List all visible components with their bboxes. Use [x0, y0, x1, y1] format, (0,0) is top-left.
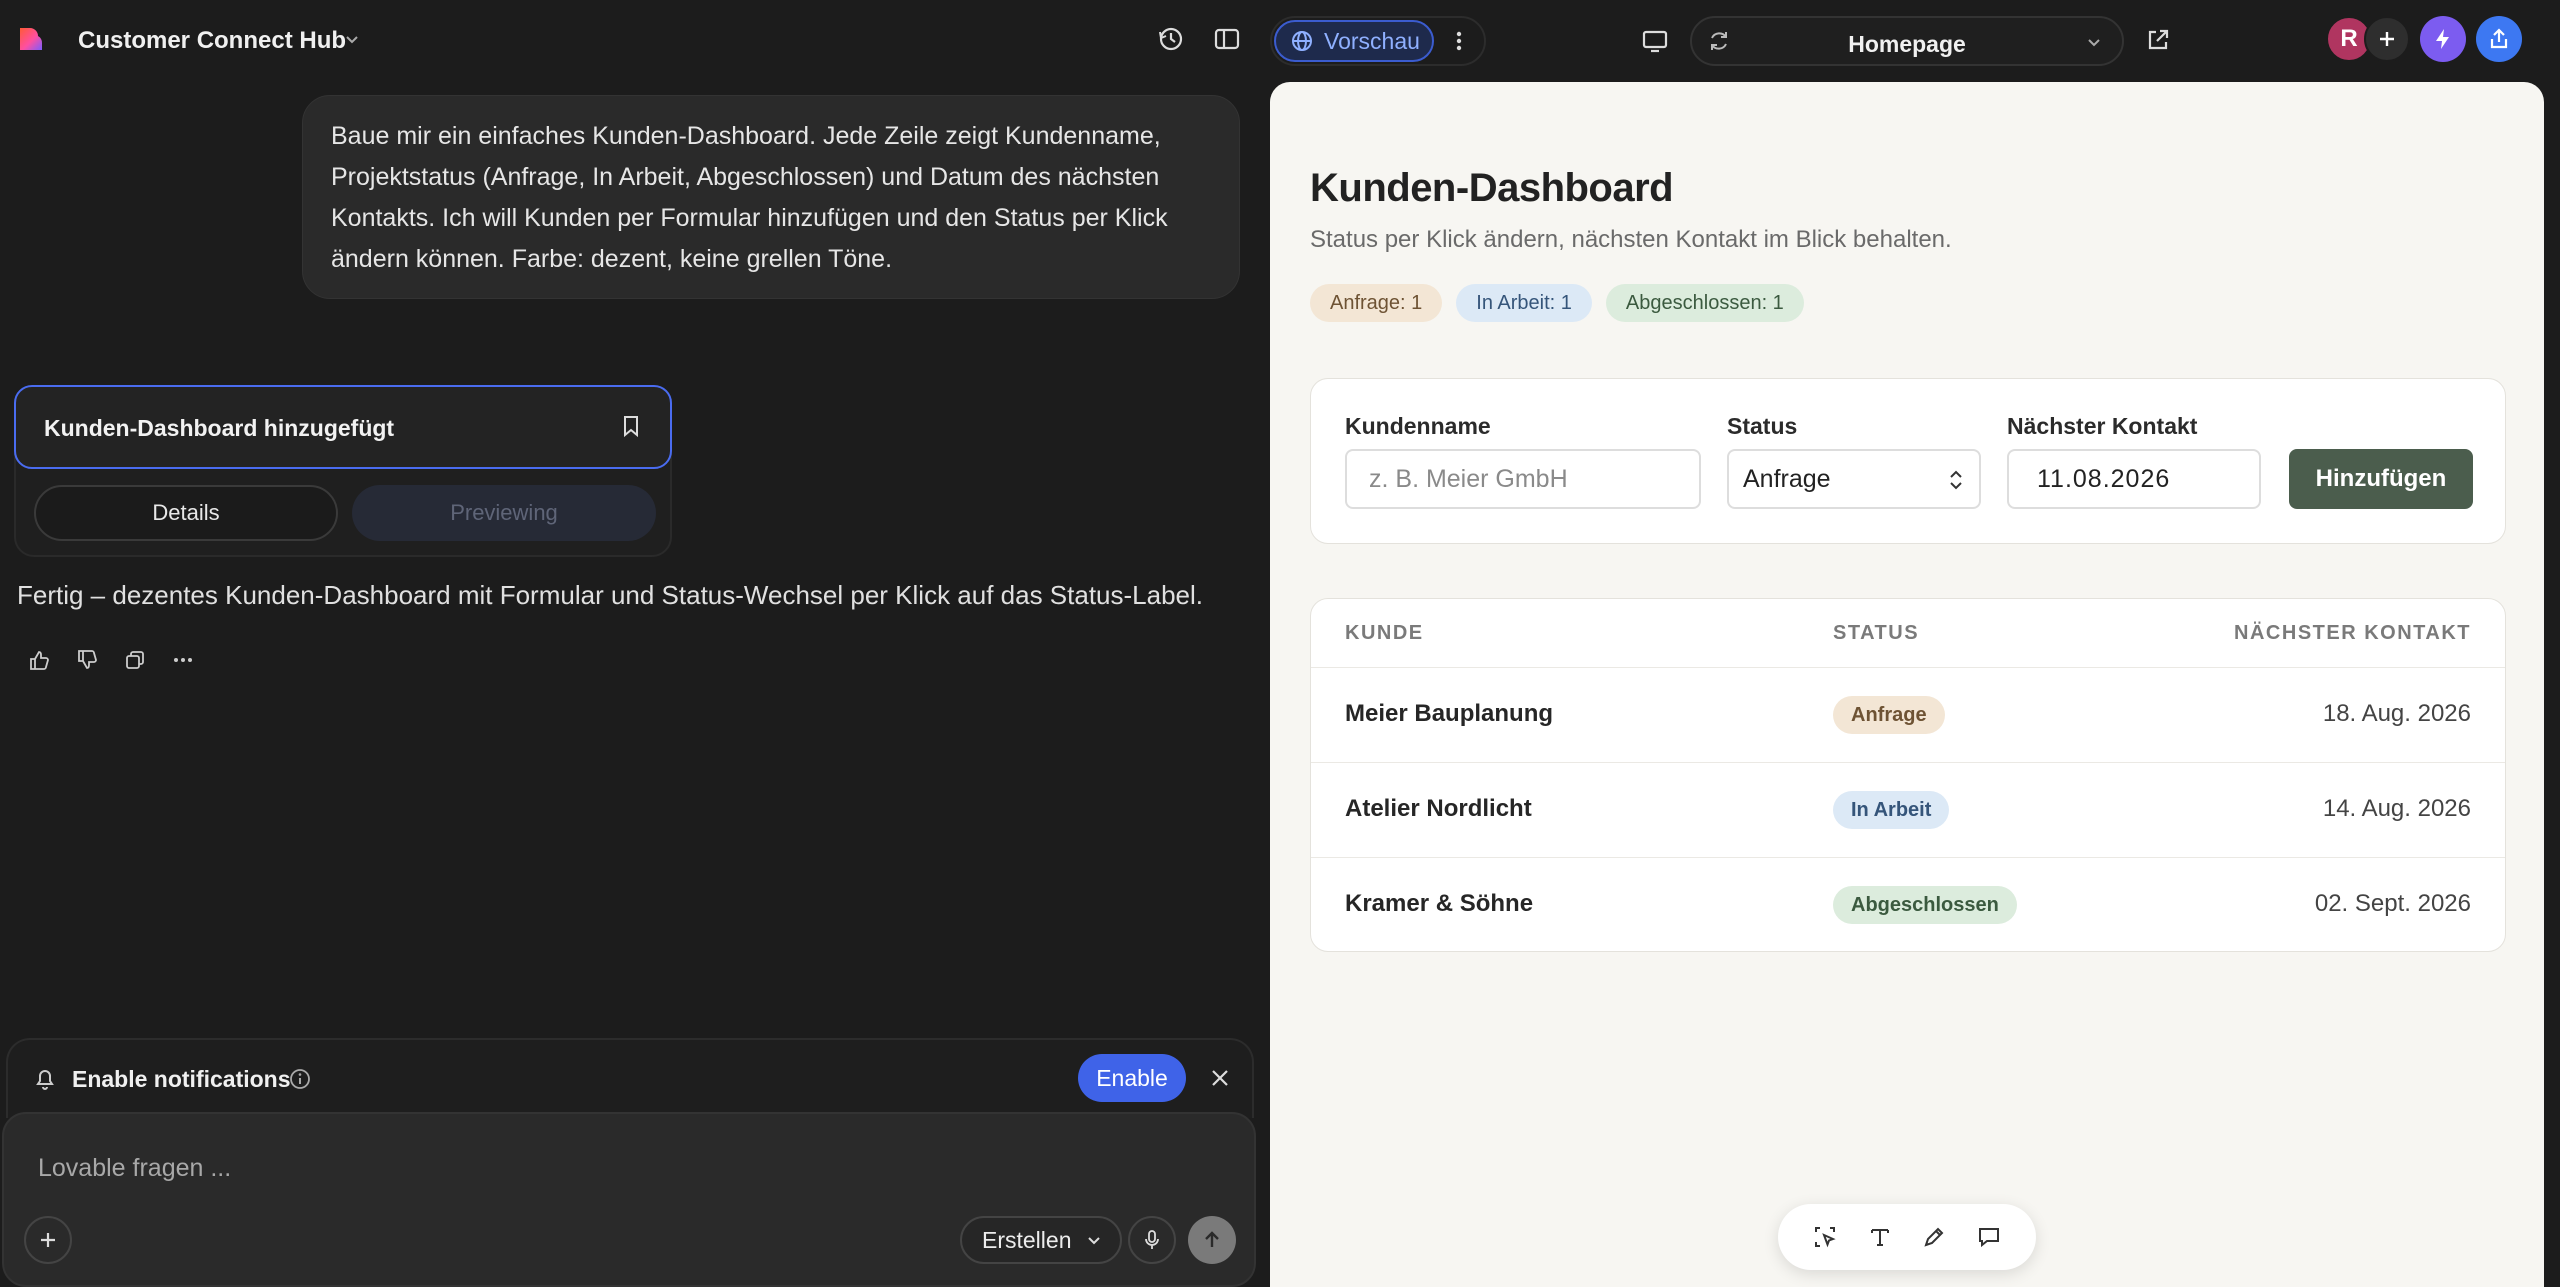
share-icon[interactable] — [2476, 16, 2522, 62]
status-select-value: Anfrage — [1743, 465, 1831, 493]
dashboard-title: Kunden-Dashboard — [1310, 166, 1674, 210]
count-in-arbeit: In Arbeit: 1 — [1456, 284, 1592, 322]
next-contact-date: 14. Aug. 2026 — [2322, 795, 2471, 822]
sidebar-icon[interactable] — [1212, 24, 1246, 58]
column-header-naechster-kontakt: NÄCHSTER KONTAKT — [2234, 622, 2471, 644]
more-horizontal-icon[interactable] — [172, 649, 194, 671]
status-badge[interactable]: In Arbeit — [1833, 791, 1950, 829]
preview-toggle-group: Vorschau — [1270, 16, 1486, 66]
bell-icon — [32, 1066, 58, 1092]
status-counts: Anfrage: 1 In Arbeit: 1 Abgeschlossen: 1 — [1310, 284, 1804, 322]
plus-icon[interactable] — [2364, 16, 2410, 62]
customer-name: Atelier Nordlicht — [1345, 795, 1532, 822]
count-abgeschlossen: Abgeschlossen: 1 — [1605, 284, 1804, 322]
select-tool-icon[interactable] — [1812, 1224, 1838, 1250]
status-select[interactable]: Anfrage — [1727, 449, 1981, 509]
action-card: Kunden-Dashboard hinzugefügt Details Pre… — [14, 385, 672, 557]
status-badge[interactable]: Anfrage — [1833, 696, 1945, 734]
preview-panel: Kunden-Dashboard Status per Klick ändern… — [1270, 82, 2544, 1287]
history-icon[interactable] — [1156, 24, 1190, 58]
chat-input[interactable]: Lovable fragen ... — [38, 1154, 231, 1183]
thumbs-down-icon[interactable] — [76, 649, 98, 671]
page-name: Homepage — [1848, 31, 1966, 57]
more-vertical-icon[interactable] — [1444, 26, 1474, 56]
plus-icon[interactable] — [24, 1216, 72, 1264]
previewing-button[interactable]: Previewing — [352, 485, 656, 541]
bolt-icon[interactable] — [2420, 16, 2466, 62]
mode-label: Erstellen — [982, 1226, 1072, 1253]
chevron-down-icon — [1085, 1231, 1103, 1249]
customer-name: Meier Bauplanung — [1345, 700, 1554, 727]
customer-name: Kramer & Söhne — [1345, 890, 1534, 917]
add-customer-form: Kundenname Status Nächster Kontakt z. B.… — [1310, 378, 2506, 544]
enable-notifications-button[interactable]: Enable — [1078, 1054, 1186, 1102]
assistant-answer: Fertig – dezentes Kunden-Dashboard mit F… — [17, 580, 1204, 610]
notification-bar: Enable notifications Enable — [6, 1038, 1254, 1118]
status-badge[interactable]: Abgeschlossen — [1833, 886, 2017, 924]
monitor-icon[interactable] — [1640, 26, 1672, 58]
notification-text: Enable notifications — [72, 1066, 291, 1092]
chevron-down-icon — [2084, 32, 2104, 52]
table-row: Meier Bauplanung Anfrage 18. Aug. 2026 — [1311, 667, 2505, 762]
bookmark-icon[interactable] — [618, 413, 644, 439]
date-label: Nächster Kontakt — [2007, 413, 2198, 439]
preview-label: Vorschau — [1324, 27, 1420, 54]
dashboard-subtitle: Status per Klick ändern, nächsten Kontak… — [1310, 226, 1952, 253]
action-card-header[interactable]: Kunden-Dashboard hinzugefügt — [14, 385, 672, 469]
text-tool-icon[interactable] — [1867, 1224, 1893, 1250]
mic-icon[interactable] — [1128, 1216, 1176, 1264]
chevron-down-icon[interactable] — [343, 30, 361, 48]
name-label: Kundenname — [1345, 413, 1491, 439]
globe-icon — [1290, 29, 1314, 53]
thumbs-up-icon[interactable] — [28, 649, 50, 671]
comment-icon[interactable] — [1976, 1224, 2002, 1250]
page-selector[interactable]: Homepage — [1690, 16, 2124, 66]
column-header-status: STATUS — [1833, 622, 1920, 644]
lovable-logo-icon[interactable] — [16, 24, 46, 54]
customer-table: KUNDE STATUS NÄCHSTER KONTAKT Meier Baup… — [1310, 598, 2506, 952]
edit-toolbar — [1778, 1204, 2036, 1270]
next-contact-date-input[interactable]: 11.08.2026 — [2007, 449, 2261, 509]
action-card-title: Kunden-Dashboard hinzugefügt — [44, 415, 395, 441]
chat-composer: Lovable fragen ... Erstellen — [2, 1112, 1256, 1287]
close-icon[interactable] — [1208, 1066, 1232, 1090]
add-customer-button[interactable]: Hinzufügen — [2289, 449, 2473, 509]
table-row: Kramer & Söhne Abgeschlossen 02. Sept. 2… — [1311, 857, 2505, 951]
column-header-kunde: KUNDE — [1345, 622, 1424, 644]
select-arrows-icon — [1945, 467, 1967, 493]
details-button[interactable]: Details — [34, 485, 338, 541]
arrow-up-icon[interactable] — [1188, 1216, 1236, 1264]
info-icon[interactable] — [288, 1067, 312, 1091]
mode-select[interactable]: Erstellen — [960, 1216, 1122, 1264]
user-message: Baue mir ein einfaches Kunden-Dashboard.… — [302, 95, 1240, 299]
copy-icon[interactable] — [124, 649, 146, 671]
feedback-actions — [28, 649, 194, 671]
project-title[interactable]: Customer Connect Hub — [78, 27, 346, 55]
pencil-icon[interactable] — [1921, 1224, 1947, 1250]
table-row: Atelier Nordlicht In Arbeit 14. Aug. 202… — [1311, 762, 2505, 857]
external-link-icon[interactable] — [2144, 26, 2176, 58]
status-label: Status — [1727, 413, 1798, 439]
count-anfrage: Anfrage: 1 — [1310, 284, 1443, 322]
next-contact-date: 02. Sept. 2026 — [2314, 890, 2471, 917]
next-contact-date: 18. Aug. 2026 — [2322, 700, 2471, 727]
preview-button[interactable]: Vorschau — [1274, 20, 1434, 62]
customer-name-input[interactable]: z. B. Meier GmbH — [1345, 449, 1701, 509]
